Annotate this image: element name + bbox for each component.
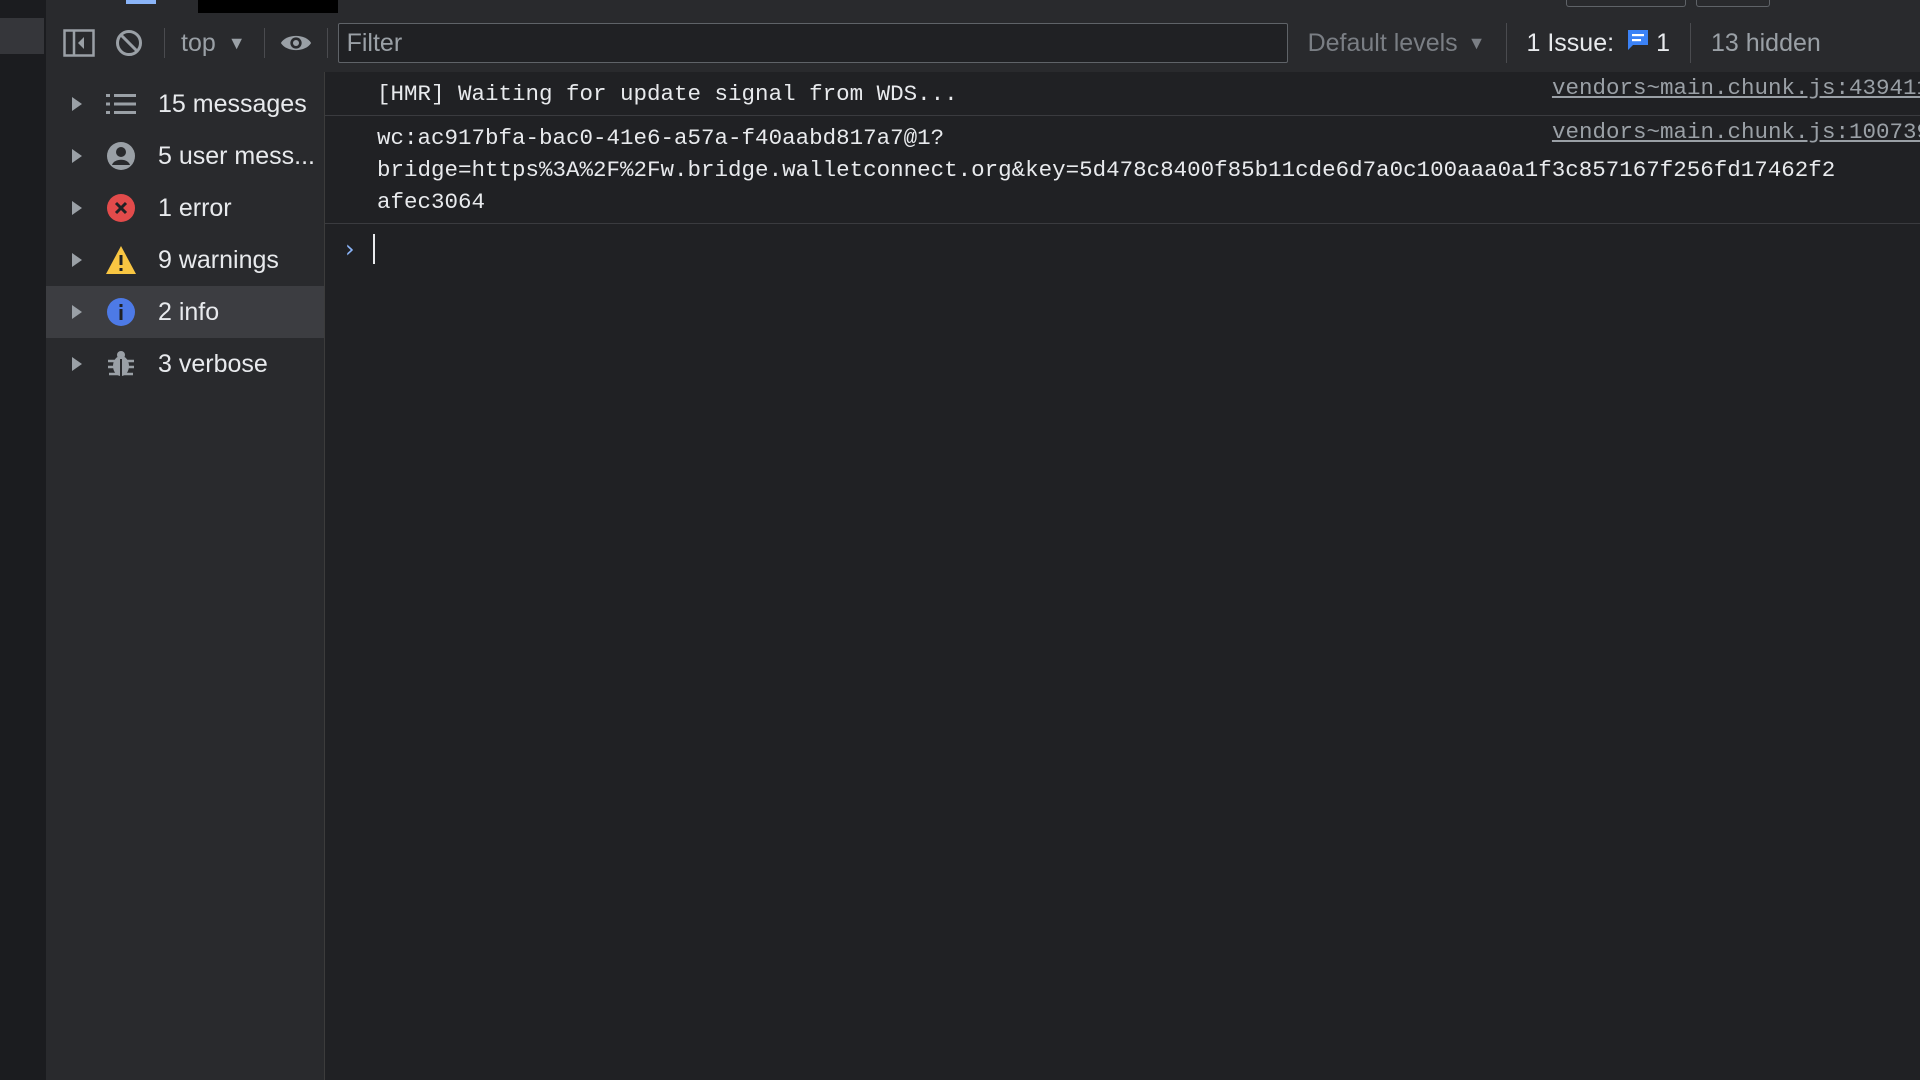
expand-arrow-icon[interactable] — [72, 253, 82, 267]
sidebar-toggle-icon[interactable] — [62, 26, 96, 60]
source-link[interactable]: vendors~main.chunk.js:439411 — [1543, 72, 1920, 104]
clear-console-icon[interactable] — [112, 26, 146, 60]
console-message: wc:ac917bfa-bac0-41e6-a57a-f40aabd817a7@… — [325, 116, 1920, 224]
console-sidebar: 15 messages 5 user mess... 1 error 9 war… — [46, 72, 325, 1080]
left-rail — [0, 0, 47, 1080]
toolbar-divider — [263, 28, 265, 58]
info-icon — [104, 295, 138, 329]
console-output: [HMR] Waiting for update signal from WDS… — [325, 72, 1920, 1080]
context-label: top — [181, 28, 216, 57]
dropdown-triangle-icon: ▼ — [227, 32, 246, 53]
sidebar-item-user-messages[interactable]: 5 user mess... — [46, 130, 324, 182]
expand-arrow-icon[interactable] — [72, 97, 82, 111]
bug-icon — [104, 347, 138, 381]
strip-button[interactable] — [1566, 0, 1686, 7]
issues-button[interactable]: 1 Issue: 1 — [1505, 23, 1691, 63]
source-link[interactable]: vendors~main.chunk.js:100739 — [1543, 116, 1920, 148]
expand-arrow-icon[interactable] — [72, 357, 82, 371]
sidebar-item-label: 1 error — [158, 193, 232, 222]
hidden-count: 13 hidden — [1710, 28, 1821, 57]
devtools-console: top ▼ Default levels ▼ 1 Issue: — [0, 0, 1920, 1080]
sidebar-item-label: 9 warnings — [158, 245, 279, 274]
context-selector[interactable]: top ▼ — [181, 29, 246, 58]
sidebar-item-label: 3 verbose — [158, 349, 268, 378]
warning-icon — [104, 243, 138, 277]
sidebar-item-warnings[interactable]: 9 warnings — [46, 234, 324, 286]
expand-arrow-icon[interactable] — [72, 305, 82, 319]
issues-label: 1 Issue: — [1526, 28, 1615, 57]
console-message: [HMR] Waiting for update signal from WDS… — [325, 72, 1920, 116]
expand-arrow-icon[interactable] — [72, 149, 82, 163]
sidebar-item-label: 2 info — [158, 297, 220, 326]
log-levels-label: Default levels — [1307, 28, 1458, 57]
log-levels-dropdown[interactable]: Default levels ▼ — [1308, 29, 1486, 58]
issue-chat-icon — [1626, 28, 1650, 59]
sidebar-item-info[interactable]: 2 info — [46, 286, 324, 338]
issues-count: 1 — [1656, 28, 1670, 57]
sidebar-item-messages[interactable]: 15 messages — [46, 78, 324, 130]
redacted-tab — [198, 0, 338, 13]
console-toolbar: top ▼ Default levels ▼ 1 Issue: — [46, 14, 1920, 73]
dropdown-triangle-icon: ▼ — [1467, 32, 1486, 53]
strip-button[interactable] — [1696, 0, 1770, 7]
prompt-chevron-icon: › — [345, 235, 355, 263]
message-text: bridge=https%3A%2F%2Fw.bridge.walletconn… — [377, 157, 1836, 183]
sidebar-item-errors[interactable]: 1 error — [46, 182, 324, 234]
tab-strip — [46, 0, 1920, 15]
expand-arrow-icon[interactable] — [72, 201, 82, 215]
rail-tab[interactable] — [0, 18, 44, 54]
error-icon — [104, 191, 138, 225]
toolbar-divider — [164, 28, 165, 58]
sidebar-item-label: 15 messages — [158, 89, 307, 118]
user-icon — [104, 139, 138, 173]
toolbar-divider — [326, 28, 328, 58]
filter-input[interactable] — [337, 23, 1288, 63]
console-prompt[interactable]: › — [325, 224, 1920, 274]
active-tab-indicator — [126, 0, 156, 4]
list-icon — [104, 87, 138, 121]
sidebar-item-label: 5 user mess... — [158, 141, 315, 170]
sidebar-item-verbose[interactable]: 3 verbose — [46, 338, 324, 390]
message-text: afec3064 — [377, 189, 486, 215]
eye-icon[interactable] — [279, 26, 313, 60]
text-caret — [372, 234, 375, 264]
